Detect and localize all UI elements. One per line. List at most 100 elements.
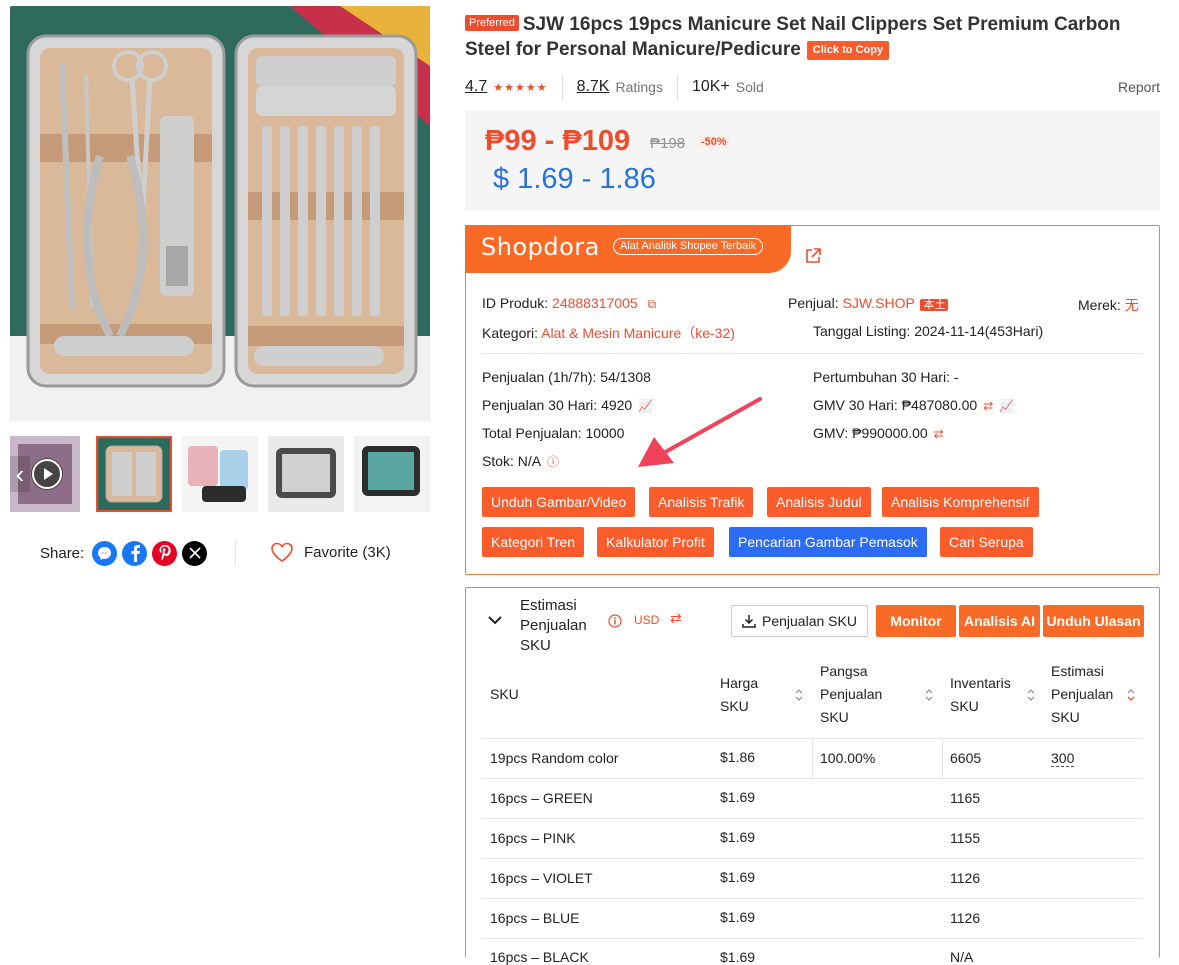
- sales-30d: Penjualan 30 Hari: 4920: [482, 397, 633, 413]
- column-divider: [812, 738, 813, 778]
- facebook-icon[interactable]: [122, 540, 148, 566]
- divider: [561, 74, 563, 100]
- share-divider: [235, 540, 236, 566]
- brand-value[interactable]: 无: [1125, 297, 1139, 313]
- favorite-button[interactable]: Favorite (3K): [270, 541, 391, 563]
- sku-share: 100.00%: [820, 750, 876, 766]
- sku-sales-label: Penjualan SKU: [762, 613, 857, 629]
- info-icon[interactable]: ⓘ: [547, 455, 559, 469]
- chevron-down-icon[interactable]: [488, 612, 502, 630]
- brand-label: Merek:: [1078, 297, 1121, 313]
- sku-price: $1.86: [720, 749, 756, 765]
- copy-icon[interactable]: ⧉: [648, 297, 657, 311]
- shopdora-header: Shopdora Alat Analitik Shopee Terbaik: [465, 225, 791, 273]
- sku-sales-download-button[interactable]: Penjualan SKU: [731, 605, 868, 637]
- download-reviews-button[interactable]: Unduh Ulasan: [1043, 605, 1144, 637]
- thumbnail-strip: ‹: [10, 436, 430, 512]
- star-rating-icon: ★★★★★: [493, 81, 548, 94]
- sku-price: $1.69: [720, 829, 756, 845]
- sold-count: 10K+: [691, 78, 730, 95]
- info-icon[interactable]: [608, 614, 622, 633]
- sku-name: 16pcs – BLUE: [490, 910, 580, 926]
- traffic-analysis-button[interactable]: Analisis Trafik: [649, 487, 754, 517]
- find-similar-button[interactable]: Cari Serupa: [940, 527, 1033, 557]
- play-icon[interactable]: [31, 458, 63, 490]
- column-header-price: Harga SKU: [720, 675, 759, 714]
- external-link-icon[interactable]: [804, 247, 822, 270]
- sku-price: $1.69: [720, 949, 756, 965]
- column-header-sku: SKU: [490, 686, 519, 702]
- chart-icon[interactable]: 📈: [999, 399, 1014, 413]
- favorite-label: Favorite (3K): [304, 543, 391, 561]
- sku-inventory: 1126: [950, 910, 981, 926]
- sku-price: $1.69: [720, 869, 756, 885]
- shopdora-logo: Shopdora: [481, 233, 600, 261]
- price-usd: $ 1.69 - 1.86: [493, 163, 656, 195]
- title-analysis-button[interactable]: Analisis Judul: [767, 487, 871, 517]
- gmv-row: GMV: ₱990000.00 ⇄: [813, 425, 944, 441]
- sku-name: 16pcs – VIOLET: [490, 870, 593, 886]
- sort-icon[interactable]: [1127, 688, 1135, 702]
- column-header-estimate: Estimasi Penjualan SKU: [1051, 663, 1114, 725]
- seller-row: Penjual: SJW.SHOP 本土: [788, 295, 949, 312]
- report-link[interactable]: Report: [1118, 79, 1160, 95]
- swap-icon[interactable]: ⇄: [983, 399, 993, 413]
- sku-name: 19pcs Random color: [490, 750, 619, 766]
- thumbnail-item[interactable]: [96, 436, 172, 512]
- gmv-30d-row: GMV 30 Hari: ₱487080.00 ⇄ 📈: [813, 397, 1014, 413]
- seller-tag: 本土: [920, 299, 949, 311]
- product-title-block: Preferred SJW 16pcs 19pcs Manicure Set Na…: [465, 12, 1165, 62]
- x-icon[interactable]: [182, 540, 208, 566]
- gmv-30d: GMV 30 Hari: ₱487080.00: [813, 397, 978, 413]
- currency-label: USD: [634, 613, 660, 627]
- sku-inventory: 6605: [950, 750, 982, 766]
- sort-icon[interactable]: [1027, 688, 1035, 702]
- original-price: ₱198: [650, 135, 686, 152]
- discount-badge: -50%: [698, 135, 730, 149]
- product-id-value[interactable]: 24888317005: [552, 295, 638, 311]
- thumbnail-item[interactable]: [182, 436, 258, 512]
- sku-price: $1.69: [720, 789, 756, 805]
- share-row: Share:: [40, 540, 208, 566]
- sku-inventory: 1155: [950, 830, 981, 846]
- sort-icon[interactable]: [925, 688, 933, 702]
- chevron-left-icon[interactable]: ‹: [10, 456, 30, 492]
- thumbnail-item[interactable]: [354, 436, 430, 512]
- ratings-count[interactable]: 8.7K: [577, 78, 610, 96]
- category-row: Kategori: Alat & Mesin Manicure（ke-32): [482, 323, 735, 343]
- category-trend-button[interactable]: Kategori Tren: [482, 527, 585, 557]
- thumbnail-item[interactable]: [268, 436, 344, 512]
- pinterest-icon[interactable]: [152, 540, 178, 566]
- gmv-value: GMV: ₱990000.00: [813, 425, 928, 441]
- category-link[interactable]: Alat & Mesin Manicure（ke-32): [541, 325, 735, 341]
- listing-label: Tanggal Listing:: [813, 323, 911, 339]
- rating-value[interactable]: 4.7: [465, 78, 487, 96]
- copy-title-button[interactable]: Click to Copy: [806, 41, 890, 60]
- row-divider: [482, 778, 1142, 779]
- panel-divider: [482, 353, 1142, 354]
- profit-calculator-button[interactable]: Kalkulator Profit: [597, 527, 714, 557]
- product-title: SJW 16pcs 19pcs Manicure Set Nail Clippe…: [465, 14, 1121, 60]
- messenger-icon[interactable]: [92, 540, 118, 566]
- comprehensive-analysis-button[interactable]: Analisis Komprehensif: [882, 487, 1039, 517]
- ai-analysis-button[interactable]: Analisis AI: [959, 605, 1040, 637]
- price-box: ₱99 - ₱109 ₱198 -50% $ 1.69 - 1.86: [465, 111, 1160, 211]
- sort-icon[interactable]: [795, 688, 803, 702]
- price-range: ₱99 - ₱109: [485, 125, 631, 157]
- row-divider: [482, 938, 1142, 939]
- currency-swap-icon[interactable]: ⇄: [670, 610, 682, 627]
- seller-link[interactable]: SJW.SHOP: [842, 295, 914, 311]
- download-media-button[interactable]: Unduh Gambar/Video: [482, 487, 636, 517]
- row-divider: [482, 858, 1142, 859]
- heart-icon: [271, 542, 293, 562]
- supplier-image-search-button[interactable]: Pencarian Gambar Pemasok: [729, 527, 927, 557]
- swap-icon[interactable]: ⇄: [934, 427, 944, 441]
- shopdora-tagline: Alat Analitik Shopee Terbaik: [613, 238, 764, 255]
- preferred-badge: Preferred: [465, 15, 519, 31]
- thumbnail-item[interactable]: ‹: [10, 436, 80, 512]
- monitor-button[interactable]: Monitor: [876, 605, 956, 637]
- sku-estimate[interactable]: 300: [1051, 750, 1075, 767]
- category-label: Kategori:: [482, 325, 539, 341]
- sku-sales-panel: Estimasi Penjualan SKU USD ⇄ Penjualan S…: [465, 587, 1160, 965]
- product-main-image[interactable]: [10, 6, 430, 421]
